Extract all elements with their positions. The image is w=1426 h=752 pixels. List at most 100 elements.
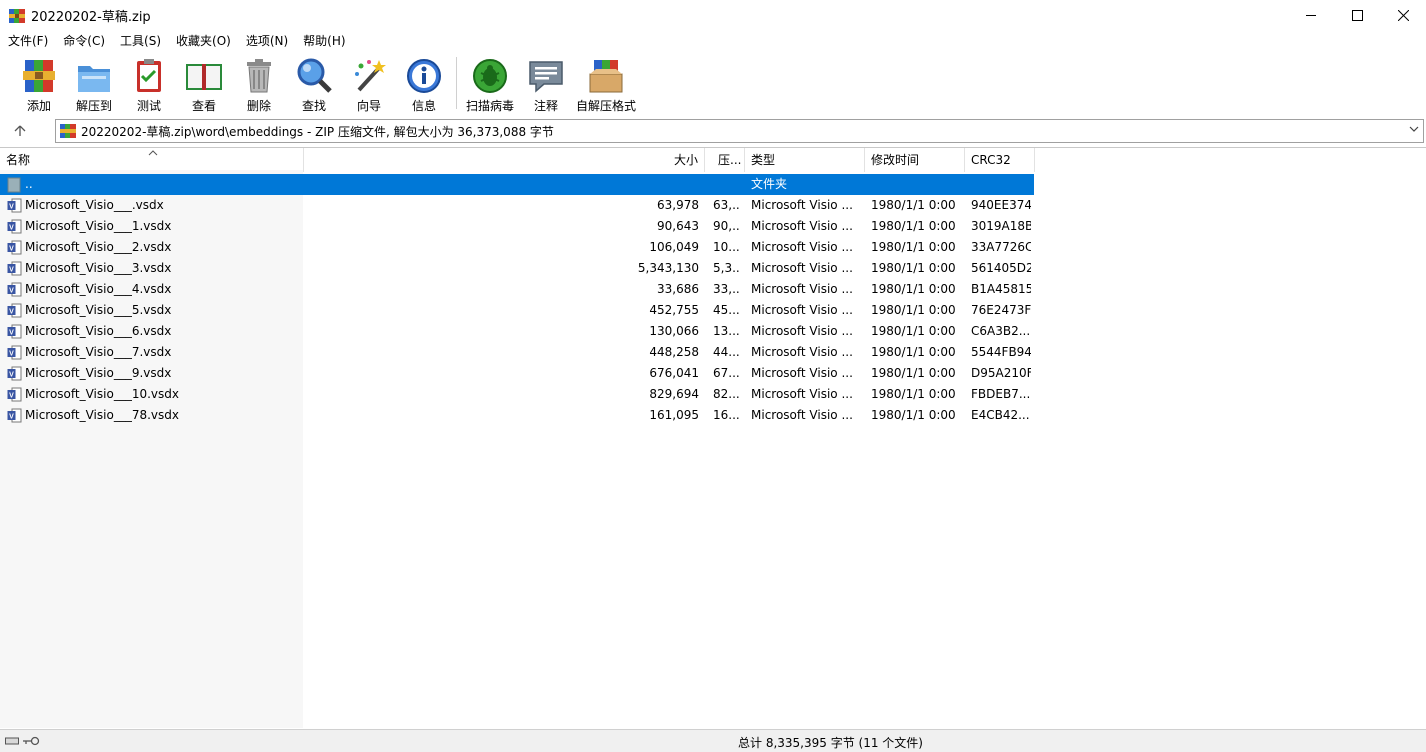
winrar-app-icon[interactable] [9,8,25,24]
table-row[interactable]: V Microsoft_Visio___2.vsdx 106,049 10... Mic… [0,237,1034,258]
file-crc: C6A3B2... [971,324,1031,338]
column-header-crc-label: CRC32 [971,153,1011,167]
add-archive-icon [23,60,55,92]
menu-commands[interactable]: 命令(C) [55,31,112,51]
key-icon [22,735,40,749]
parent-folder-type: 文件夹 [751,177,788,191]
table-row[interactable]: V Microsoft_Visio___1.vsdx 90,643 90,... Mic… [0,216,1034,237]
file-modified: 1980/1/1 0:00 [871,303,956,317]
svg-text:V: V [9,309,14,316]
visio-file-icon: V [7,408,22,423]
visio-file-icon: V [7,324,22,339]
wizard-label: 向导 [356,99,381,113]
arrow-up-icon [14,125,26,136]
status-total: 总计 8,335,395 字节 (11 个文件) [738,736,923,750]
virus-scan-button[interactable]: 扫描病毒 [461,51,519,114]
file-crc: 33A7726C [971,240,1031,254]
list-header: 名称 大小 压... 类型 修改时间 CRC32 [0,148,1426,172]
table-row[interactable]: V Microsoft_Visio___4.vsdx 33,686 33,... Mic… [0,279,1034,300]
table-row[interactable]: V Microsoft_Visio___9.vsdx 676,041 67... Mic… [0,363,1034,384]
visio-file-icon: V [7,282,22,297]
file-size: 90,643 [657,219,699,233]
extract-to-button[interactable]: 解压到 [66,51,122,114]
table-row[interactable]: V Microsoft_Visio___7.vsdx 448,258 44... Mic… [0,342,1034,363]
menu-tools[interactable]: 工具(S) [112,31,168,51]
column-header-packed[interactable]: 压... [705,148,745,172]
extract-folder-icon [78,66,110,92]
table-row[interactable]: V Microsoft_Visio___10.vsdx 829,694 82... Mi… [0,384,1034,405]
trash-icon [247,59,271,93]
file-modified: 1980/1/1 0:00 [871,282,956,296]
menu-options[interactable]: 选项(N) [238,31,295,51]
table-row[interactable]: V Microsoft_Visio___3.vsdx 5,343,130 5,3...… [0,258,1034,279]
column-header-modified[interactable]: 修改时间 [865,148,965,172]
file-packed-size: 90,... [713,219,741,233]
test-button[interactable]: 测试 [122,51,176,114]
file-modified: 1980/1/1 0:00 [871,408,956,422]
file-packed-size: 10... [713,240,740,254]
file-type: Microsoft Visio ... [751,198,853,212]
column-header-name[interactable]: 名称 [0,148,304,172]
file-packed-size: 82... [713,387,740,401]
delete-label: 删除 [246,99,271,113]
file-type: Microsoft Visio ... [751,345,853,359]
file-name: Microsoft_Visio___5.vsdx [25,303,172,317]
file-type: Microsoft Visio ... [751,366,853,380]
file-modified: 1980/1/1 0:00 [871,219,956,233]
parent-folder-row[interactable]: .. 文件夹 [0,174,1034,195]
address-path-combo[interactable]: 20220202-草稿.zip\word\embeddings - ZIP 压缩… [55,119,1424,143]
menu-help[interactable]: 帮助(H) [295,31,352,51]
minimize-button[interactable] [1288,0,1334,31]
visio-file-icon: V [7,219,22,234]
maximize-icon [1351,10,1363,21]
test-clipboard-icon [137,59,161,92]
virus-scan-label: 扫描病毒 [465,99,514,113]
wizard-button[interactable]: 向导 [342,51,396,114]
table-row[interactable]: V Microsoft_Visio___6.vsdx 130,066 13... Mic… [0,321,1034,342]
file-packed-size: 33,... [713,282,741,296]
title-bar: 20220202-草稿.zip [0,0,1426,31]
add-button[interactable]: 添加 [12,51,66,114]
column-header-size-label: 大小 [673,153,698,167]
file-size: 5,343,130 [637,261,699,275]
file-name: Microsoft_Visio___78.vsdx [25,408,179,422]
chevron-down-icon[interactable] [1409,124,1419,137]
archive-icon [60,123,76,139]
table-row[interactable]: V Microsoft_Visio___.vsdx 63,978 63,... Micr… [0,195,1034,216]
close-button[interactable] [1380,0,1426,31]
close-icon [1397,10,1409,21]
parent-folder-name: .. [25,177,33,191]
file-modified: 1980/1/1 0:00 [871,324,956,338]
find-button[interactable]: 查找 [286,51,342,114]
sfx-box-icon [589,60,623,93]
toolbar: 添加 解压到 测试 查看 删除 查找 向导 信息 扫描病毒 注释 自解压格式 [0,51,1426,116]
column-header-type[interactable]: 类型 [745,148,865,172]
info-button[interactable]: 信息 [396,51,452,114]
up-folder-button[interactable] [0,118,40,144]
table-row[interactable]: V Microsoft_Visio___78.vsdx 161,095 16... Mi… [0,405,1034,426]
file-crc: 3019A18B [971,219,1031,233]
menu-favorites[interactable]: 收藏夹(O) [168,31,238,51]
sfx-button[interactable]: 自解压格式 [573,51,639,114]
delete-button[interactable]: 删除 [232,51,286,114]
file-packed-size: 63,... [713,198,741,212]
visio-file-icon: V [7,366,22,381]
drive-icon [5,735,19,749]
menu-file[interactable]: 文件(F) [0,31,55,51]
maximize-button[interactable] [1334,0,1380,31]
file-type: Microsoft Visio ... [751,408,853,422]
column-header-crc[interactable]: CRC32 [965,148,1035,172]
view-button[interactable]: 查看 [176,51,232,114]
test-label: 测试 [136,99,161,113]
file-name: Microsoft_Visio___3.vsdx [25,261,172,275]
file-packed-size: 44... [713,345,740,359]
file-name: Microsoft_Visio___2.vsdx [25,240,172,254]
file-crc: 5544FB94 [971,345,1031,359]
column-header-size[interactable]: 大小 [304,148,705,172]
svg-text:V: V [9,372,14,379]
column-header-packed-label: 压... [718,153,742,167]
file-list[interactable]: 名称 大小 压... 类型 修改时间 CRC32 .. 文件夹 V Micros… [0,147,1426,728]
comment-button[interactable]: 注释 [519,51,573,114]
table-row[interactable]: V Microsoft_Visio___5.vsdx 452,755 45... Mic… [0,300,1034,321]
file-name: Microsoft_Visio___10.vsdx [25,387,179,401]
